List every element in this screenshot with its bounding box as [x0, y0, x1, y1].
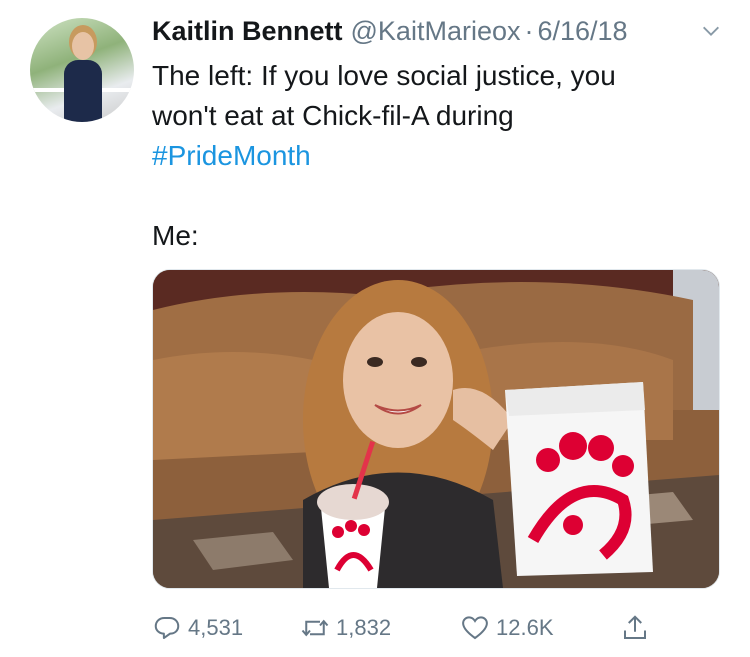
tweet-text-line-2: won't eat at Chick-fil-A during: [152, 100, 514, 131]
retweet-icon: [301, 619, 329, 637]
header-separator: ·: [524, 15, 534, 46]
tweet-text-me: Me:: [152, 220, 199, 251]
reply-icon: [154, 617, 180, 639]
tweet-actions: 4,531 1,832 12.6K: [152, 608, 712, 648]
author-name[interactable]: Kaitlin Bennett: [152, 16, 343, 47]
tweet-text-line-1: The left: If you love social justice, yo…: [152, 60, 616, 91]
share-button[interactable]: [620, 613, 656, 643]
like-count: 12.6K: [496, 615, 554, 640]
tweet-date[interactable]: 6/16/18: [537, 16, 627, 47]
tweet-text: The left: If you love social justice, yo…: [152, 56, 712, 256]
tweet-photo[interactable]: [152, 269, 720, 589]
like-button[interactable]: 12.6K: [460, 613, 620, 643]
retweet-button[interactable]: 1,832: [300, 613, 460, 643]
reply-count: 4,531: [188, 615, 244, 640]
hashtag-link[interactable]: #PrideMonth: [152, 136, 712, 176]
tweet-header: Kaitlin Bennett @KaitMarieox · 6/16/18: [152, 14, 730, 48]
author-handle[interactable]: @KaitMarieox: [351, 16, 521, 47]
heart-icon: [462, 616, 488, 640]
avatar-figure-head: [72, 32, 94, 60]
author-avatar[interactable]: [30, 18, 134, 122]
share-icon: [624, 615, 646, 639]
chevron-down-icon[interactable]: [700, 20, 722, 42]
reply-button[interactable]: 4,531: [152, 613, 300, 643]
avatar-figure-body: [64, 60, 102, 122]
photo-illustration: [153, 270, 719, 588]
retweet-count: 1,832: [336, 615, 392, 640]
